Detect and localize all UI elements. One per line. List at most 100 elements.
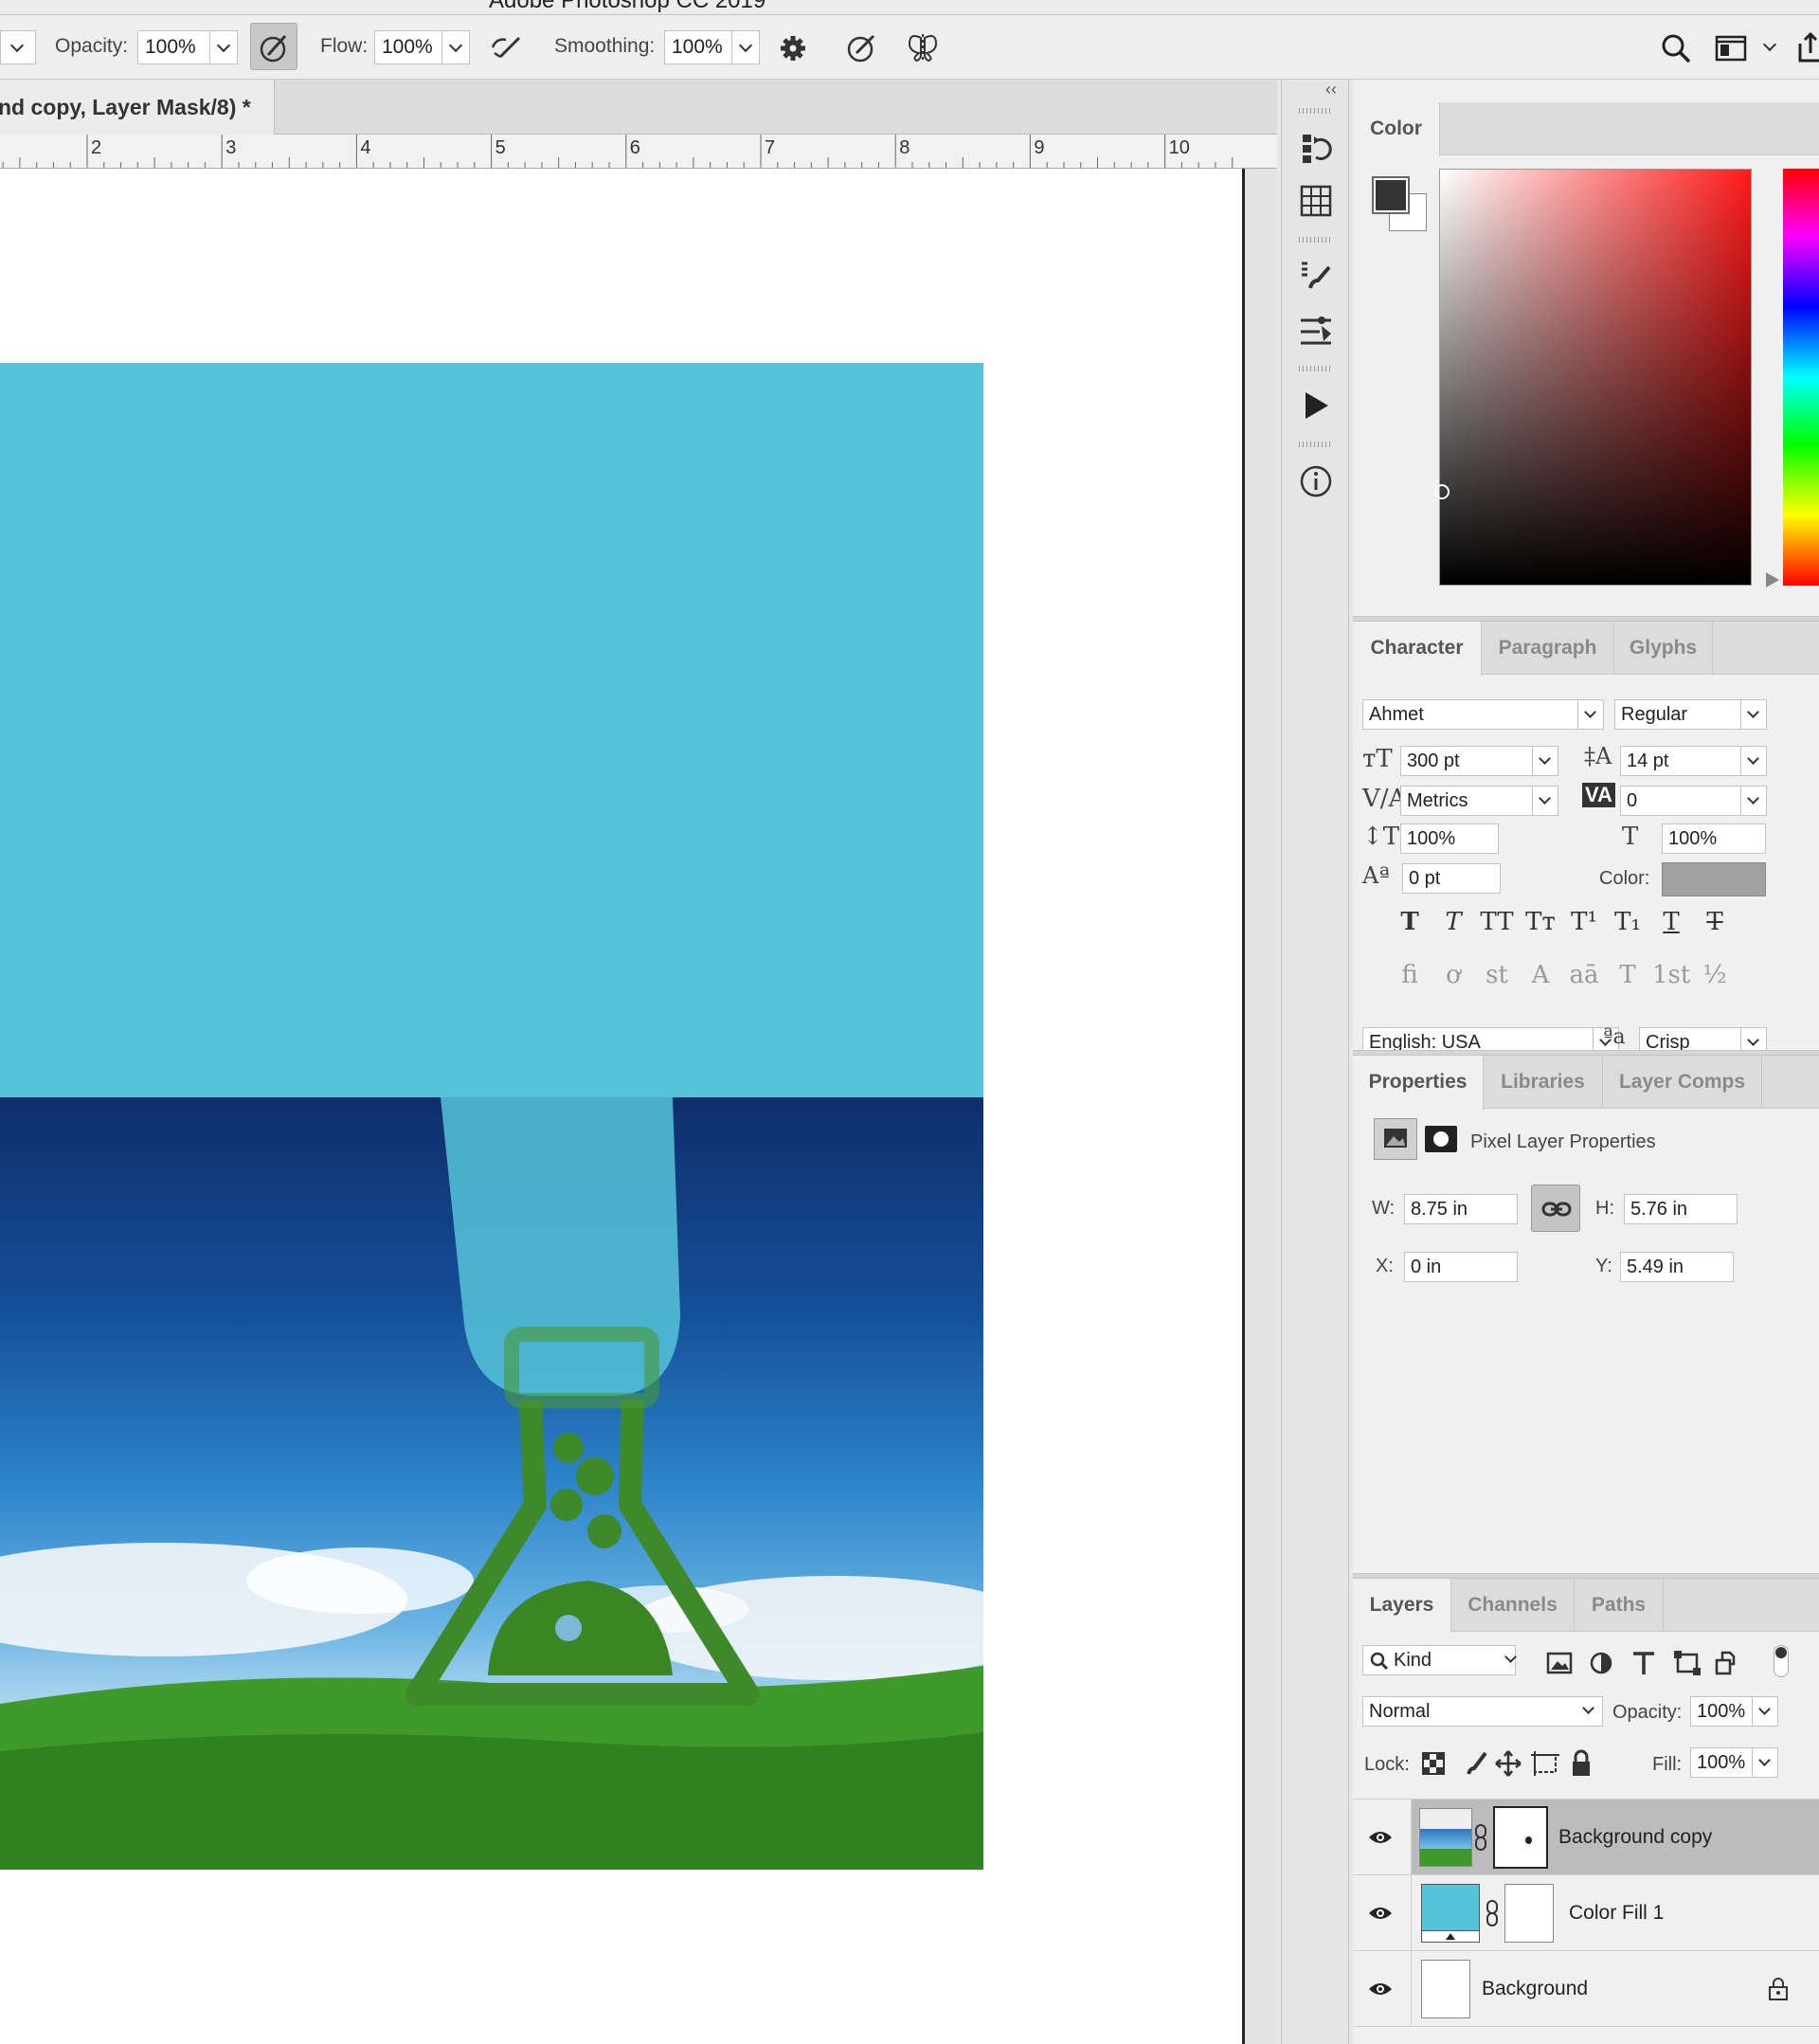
tab-color[interactable]: Color xyxy=(1353,102,1440,156)
tab-libraries[interactable]: Libraries xyxy=(1484,1056,1603,1109)
layer-mask-thumbnail[interactable] xyxy=(1493,1806,1548,1869)
brush-settings-icon[interactable] xyxy=(1299,260,1333,294)
font-family-field[interactable]: Ahmet xyxy=(1362,699,1578,730)
swatches-grid-icon[interactable] xyxy=(1299,184,1333,218)
tracking-dropdown[interactable] xyxy=(1740,786,1767,816)
layer-row-background-copy[interactable]: Background copy xyxy=(1353,1799,1819,1875)
vertical-scale-field[interactable]: 100% xyxy=(1400,823,1499,854)
canvas-area[interactable] xyxy=(0,169,1277,2044)
gear-icon[interactable] xyxy=(777,32,809,64)
dock-grip[interactable] xyxy=(1299,108,1333,114)
leading-field[interactable]: 14 pt xyxy=(1620,746,1741,776)
opentype-button-1[interactable]: ơ xyxy=(1434,961,1472,989)
type-style-button-7[interactable]: T xyxy=(1696,908,1734,936)
tab-layers[interactable]: Layers xyxy=(1353,1579,1451,1633)
type-style-button-3[interactable]: Tт xyxy=(1522,908,1559,936)
baseline-shift-field[interactable]: 0 pt xyxy=(1402,863,1501,894)
type-style-button-4[interactable]: T¹ xyxy=(1565,908,1603,936)
tab-channels[interactable]: Channels xyxy=(1451,1579,1575,1632)
fill-field[interactable]: 100% xyxy=(1690,1747,1753,1778)
kerning-field[interactable]: Metrics xyxy=(1400,786,1533,816)
color-picker-cursor[interactable] xyxy=(1434,484,1450,499)
layer-mask-icon[interactable] xyxy=(1425,1126,1457,1152)
smoothing-input[interactable]: 100% xyxy=(664,30,732,64)
airbrush-pressure-icon[interactable] xyxy=(250,23,297,70)
opentype-button-3[interactable]: A xyxy=(1522,961,1559,989)
horizontal-scale-field[interactable]: 100% xyxy=(1662,823,1766,854)
tab-layer-comps[interactable]: Layer Comps xyxy=(1603,1056,1762,1109)
workspace-icon[interactable] xyxy=(1715,34,1749,63)
color-field[interactable] xyxy=(1434,169,1752,586)
collapse-dock-button[interactable]: ‹‹ xyxy=(1325,80,1337,99)
search-icon[interactable] xyxy=(1660,32,1692,64)
flow-input[interactable]: 100% xyxy=(374,30,442,64)
type-style-button-2[interactable]: TT xyxy=(1478,908,1516,936)
flow-dropdown[interactable] xyxy=(441,30,470,64)
dock-grip[interactable] xyxy=(1299,237,1333,243)
dock-grip[interactable] xyxy=(1299,442,1333,447)
play-actions-icon[interactable] xyxy=(1299,389,1333,423)
layer-row-color-fill-1[interactable]: Color Fill 1 xyxy=(1353,1874,1819,1951)
opentype-button-5[interactable]: T xyxy=(1609,961,1647,989)
opentype-button-6[interactable]: 1st xyxy=(1652,961,1690,989)
hue-slider-handle[interactable] xyxy=(1766,572,1779,588)
smoothing-dropdown[interactable] xyxy=(731,30,760,64)
tool-preset-dropdown[interactable] xyxy=(0,30,36,64)
foreground-color-swatch[interactable] xyxy=(1372,176,1410,214)
layer-name[interactable]: Background xyxy=(1482,1978,1588,2000)
document-canvas[interactable] xyxy=(0,169,1245,2044)
visibility-eye-icon[interactable] xyxy=(1368,1981,1393,1997)
fill-dropdown[interactable] xyxy=(1752,1747,1778,1778)
dock-grip[interactable] xyxy=(1299,366,1333,371)
layer-name[interactable]: Color Fill 1 xyxy=(1569,1902,1664,1925)
layer-filter-toggle[interactable] xyxy=(1774,1645,1789,1677)
tab-paragraph[interactable]: Paragraph xyxy=(1482,622,1614,675)
blend-mode-field[interactable]: Normal xyxy=(1362,1696,1603,1727)
height-field[interactable]: 5.76 in xyxy=(1624,1194,1738,1224)
info-icon[interactable] xyxy=(1299,464,1333,498)
tab-character[interactable]: Character xyxy=(1353,622,1482,676)
y-field[interactable]: 5.49 in xyxy=(1620,1252,1734,1282)
opentype-button-0[interactable]: fi xyxy=(1391,961,1429,989)
type-style-button-6[interactable]: T xyxy=(1652,908,1690,936)
pressure-size-icon[interactable] xyxy=(845,30,879,64)
font-style-field[interactable]: Regular xyxy=(1614,699,1741,730)
opentype-button-2[interactable]: st xyxy=(1478,961,1516,989)
tracking-field[interactable]: 0 xyxy=(1620,786,1741,816)
kerning-dropdown[interactable] xyxy=(1532,786,1558,816)
link-dimensions-icon[interactable] xyxy=(1531,1185,1580,1232)
tab-properties[interactable]: Properties xyxy=(1353,1056,1484,1110)
layer-name[interactable]: Background copy xyxy=(1558,1826,1712,1849)
type-style-button-5[interactable]: T₁ xyxy=(1609,908,1647,936)
mask-link-icon[interactable] xyxy=(1486,1900,1499,1926)
document-tab[interactable]: nd copy, Layer Mask/8) * xyxy=(0,80,275,135)
visibility-eye-icon[interactable] xyxy=(1368,1906,1393,1921)
font-style-dropdown[interactable] xyxy=(1740,699,1767,730)
mask-link-icon[interactable] xyxy=(1474,1824,1487,1851)
text-color-swatch[interactable] xyxy=(1662,862,1766,896)
type-style-button-0[interactable]: T xyxy=(1391,908,1429,936)
history-icon[interactable] xyxy=(1299,131,1333,165)
pixel-layer-icon[interactable] xyxy=(1374,1118,1417,1160)
x-field[interactable]: 0 in xyxy=(1404,1252,1518,1282)
workspace-dropdown[interactable] xyxy=(1760,37,1781,59)
opentype-button-7[interactable]: ½ xyxy=(1696,961,1734,989)
layer-filter-dropdown[interactable] xyxy=(1499,1645,1525,1675)
tab-paths[interactable]: Paths xyxy=(1575,1579,1664,1632)
width-field[interactable]: 8.75 in xyxy=(1404,1194,1518,1224)
layer-row-background[interactable]: Background xyxy=(1353,1950,1819,2027)
layer-mask-thumbnail[interactable] xyxy=(1504,1884,1554,1943)
tab-glyphs[interactable]: Glyphs xyxy=(1614,622,1713,675)
opacity-input[interactable]: 100% xyxy=(137,30,210,64)
airbrush-icon[interactable] xyxy=(487,30,527,64)
layer-opacity-field[interactable]: 100% xyxy=(1690,1696,1753,1727)
share-icon[interactable] xyxy=(1796,30,1819,64)
font-family-dropdown[interactable] xyxy=(1577,699,1604,730)
leading-dropdown[interactable] xyxy=(1740,746,1767,776)
adjustments-icon[interactable] xyxy=(1299,313,1333,347)
hue-slider[interactable] xyxy=(1783,169,1819,586)
font-size-dropdown[interactable] xyxy=(1532,746,1558,776)
layer-opacity-dropdown[interactable] xyxy=(1752,1696,1778,1727)
type-style-button-1[interactable]: T xyxy=(1434,908,1472,936)
opacity-dropdown[interactable] xyxy=(209,30,238,64)
